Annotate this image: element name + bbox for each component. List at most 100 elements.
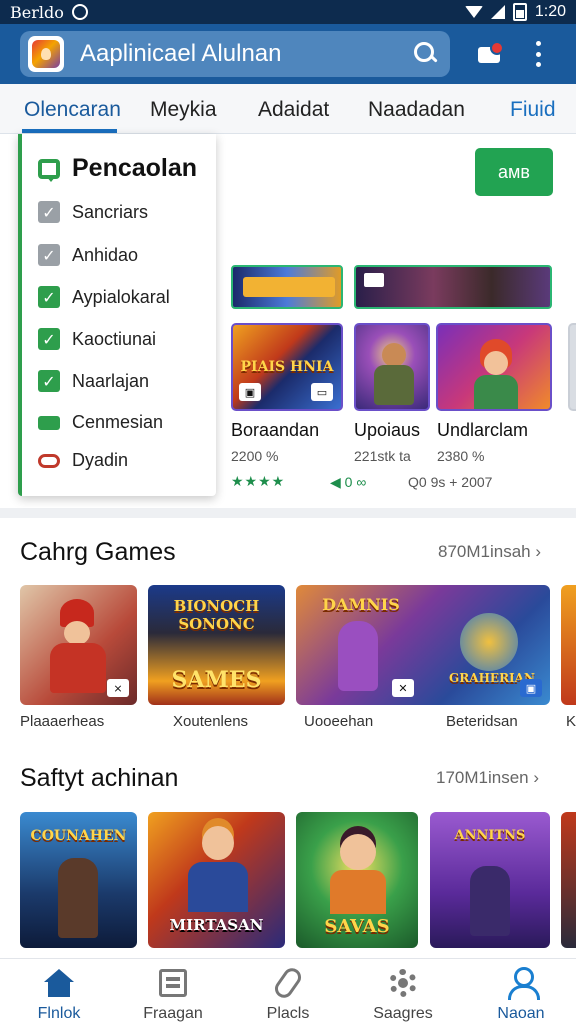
section-title: Cahrg Games: [20, 538, 176, 566]
filter-option[interactable]: ✓ Aypialokaral: [38, 286, 170, 308]
overflow-menu-icon[interactable]: [534, 41, 542, 67]
active-tab-indicator: [22, 129, 117, 133]
game-card-partial[interactable]: [561, 812, 576, 948]
card-label: Plaaaerheas: [20, 713, 105, 730]
battery-icon: [512, 3, 527, 21]
game-card[interactable]: ANNITNS: [430, 812, 550, 948]
game-card[interactable]: COUNAHEN: [20, 812, 137, 948]
card-art-text: ANNITNS: [454, 828, 526, 843]
checkbox-icon[interactable]: ✓: [38, 244, 60, 266]
see-more-link[interactable]: 870M1insah ›: [438, 542, 541, 562]
featured-tile[interactable]: PIAIS HNIA ▣ ▭: [231, 323, 343, 411]
filter-option-label: Naarlajan: [72, 370, 150, 391]
card-art-text: SAMES: [171, 667, 262, 693]
game-card[interactable]: SAVAS: [296, 812, 418, 948]
featured-tile[interactable]: [436, 323, 552, 411]
filter-option-label: Sancriars: [72, 201, 149, 222]
filter-option-label: Cenmesian: [72, 412, 164, 432]
nav-label: Naoan: [497, 1005, 545, 1022]
platform-badge: ⨯: [107, 679, 129, 697]
game-card[interactable]: BIONOCH SONONC SAMES: [148, 585, 285, 705]
status-bar: Berldo 1:20: [0, 0, 576, 24]
filter-option[interactable]: Cenmesian: [38, 412, 163, 433]
nav-item-settings[interactable]: Saagres: [348, 963, 458, 1022]
filter-option[interactable]: ✓ Naarlajan: [38, 370, 149, 392]
tile-meta: Q0 9s + 2007: [408, 474, 493, 490]
featured-banner[interactable]: [354, 265, 552, 309]
nav-label: Fraagan: [143, 1005, 203, 1022]
app-bar: Aaplinicael Alulnan: [0, 24, 576, 84]
search-bar[interactable]: Aaplinicael Alulnan: [20, 31, 450, 77]
wifi-icon: [464, 6, 483, 18]
game-card[interactable]: MIRTASAN: [148, 812, 285, 948]
checkbox-icon[interactable]: ✓: [38, 370, 60, 392]
filter-header: Pencaolan: [38, 154, 197, 183]
toggle-icon[interactable]: [38, 453, 60, 468]
section-title: Saftyt achinan: [20, 764, 179, 792]
platform-badge: ✕: [392, 679, 414, 697]
filter-option[interactable]: ✓ Sancriars: [38, 201, 148, 223]
tile-title: Undlarclam: [437, 420, 529, 440]
tile-subtitle: 2380 %: [437, 448, 485, 464]
tile-meta: ◀ 0 ∞: [330, 474, 367, 490]
featured-banner[interactable]: [231, 265, 343, 309]
checkbox-icon[interactable]: [38, 415, 60, 430]
grid-icon: [159, 969, 187, 997]
platform-badge: ▣: [239, 383, 261, 401]
tab-adaidat[interactable]: Adaidat: [258, 98, 329, 122]
nav-label: Flnlok: [37, 1005, 81, 1022]
card-art-text: BIONOCH SONONC: [173, 597, 260, 633]
card-art-text: MIRTASAN: [169, 916, 264, 934]
see-more-label: 170M1insen: [436, 768, 529, 787]
bottom-navigation: Flnlok Fraagan Placls Saagres Naoan: [0, 958, 576, 1024]
signal-icon: [490, 5, 505, 19]
card-label: Beteridsan: [446, 713, 518, 730]
tab-olencaran[interactable]: Olencaran: [24, 98, 121, 122]
nav-item-apps[interactable]: Fraagan: [118, 963, 228, 1022]
filter-option[interactable]: ✓ Anhidao: [38, 244, 138, 266]
nav-label: Saagres: [373, 1005, 433, 1022]
category-tabs: Olencaran Meykia Adaidat Naadadan Fiuid: [0, 84, 576, 134]
clock: 1:20: [534, 3, 566, 20]
filter-option-label: Kaoctiunai: [72, 328, 157, 349]
checkbox-icon[interactable]: ✓: [38, 286, 60, 308]
app-logo: [28, 36, 64, 72]
tab-fiuid[interactable]: Fiuid: [510, 98, 556, 122]
tab-meykia[interactable]: Meykia: [150, 98, 217, 122]
status-icons: 1:20: [464, 3, 566, 21]
card-label: Uooeehan: [304, 713, 374, 730]
ok-button[interactable]: aмв: [475, 148, 553, 196]
app-screen: Berldo 1:20 Aaplinicael Alulnan Olencara…: [0, 0, 576, 1024]
filter-option-label: Anhidao: [72, 244, 139, 265]
card-art-text: DAMNIS: [322, 595, 400, 614]
tile-subtitle: 221stk ta: [354, 448, 411, 464]
carrier-name: Berldo: [10, 2, 64, 22]
see-more-label: 870M1insah: [438, 542, 531, 561]
game-card-partial[interactable]: [561, 585, 576, 705]
card-label: Xoutenlens: [173, 713, 249, 730]
search-icon[interactable]: [410, 39, 440, 69]
gear-icon: [389, 969, 417, 997]
see-more-link[interactable]: 170M1insen ›: [436, 768, 539, 788]
nav-item-profile[interactable]: Naoan: [466, 963, 576, 1022]
card-label: K: [566, 713, 576, 730]
app-title: Aaplinicael Alulnan: [80, 40, 282, 67]
card-art-text: SAVAS: [324, 916, 390, 937]
nav-item-places[interactable]: Placls: [233, 963, 343, 1022]
tile-title: Upoiaus: [354, 420, 421, 440]
notification-icon[interactable]: [476, 41, 506, 67]
featured-tile-partial[interactable]: [568, 323, 576, 411]
featured-tile[interactable]: [354, 323, 430, 411]
nav-label: Placls: [266, 1005, 310, 1022]
nav-item-home[interactable]: Flnlok: [4, 963, 114, 1022]
checkbox-icon[interactable]: ✓: [38, 328, 60, 350]
filter-option[interactable]: Dyadin: [38, 450, 128, 471]
game-card[interactable]: DAMNIS GRAHERIAN ✕ ▣: [296, 585, 550, 705]
filter-option[interactable]: ✓ Kaoctiunai: [38, 328, 156, 350]
tab-naadadan[interactable]: Naadadan: [368, 98, 465, 122]
sync-icon: [71, 4, 88, 20]
checkbox-icon[interactable]: ✓: [38, 201, 60, 223]
chevron-right-icon: ›: [535, 542, 542, 561]
game-card[interactable]: ⨯: [20, 585, 137, 705]
filter-option-label: Dyadin: [72, 450, 129, 470]
